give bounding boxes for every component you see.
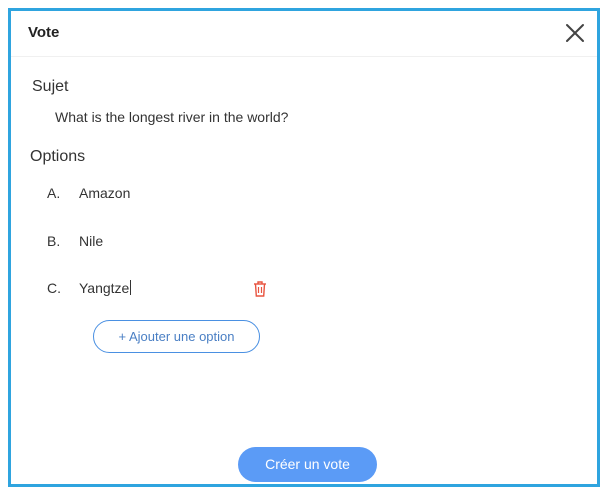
close-icon	[566, 24, 584, 42]
close-button[interactable]	[563, 21, 587, 45]
options-label: Options	[30, 148, 86, 165]
option-value-text: Yangtze	[79, 280, 130, 296]
text-caret	[130, 280, 132, 295]
trash-icon	[254, 281, 266, 297]
dialog-title: Vote	[28, 24, 60, 41]
delete-option-button[interactable]	[252, 280, 268, 298]
add-option-button[interactable]: + Ajouter une option	[93, 320, 260, 353]
option-input-a[interactable]: Amazon	[79, 185, 130, 201]
option-input-c[interactable]: Yangtze	[79, 280, 132, 296]
option-row-a: A. Amazon	[11, 183, 597, 205]
vote-dialog: Vote Sujet What is the longest river in …	[8, 8, 600, 487]
subject-input[interactable]: What is the longest river in the world?	[55, 109, 288, 125]
option-letter: C.	[47, 280, 61, 296]
option-row-c: C. Yangtze	[11, 278, 597, 300]
create-vote-button[interactable]: Créer un vote	[238, 447, 377, 482]
dialog-header: Vote	[11, 11, 597, 57]
option-row-b: B. Nile	[11, 231, 597, 253]
option-letter: A.	[47, 185, 61, 201]
option-letter: B.	[47, 233, 61, 249]
option-input-b[interactable]: Nile	[79, 233, 103, 249]
subject-label: Sujet	[32, 78, 69, 95]
